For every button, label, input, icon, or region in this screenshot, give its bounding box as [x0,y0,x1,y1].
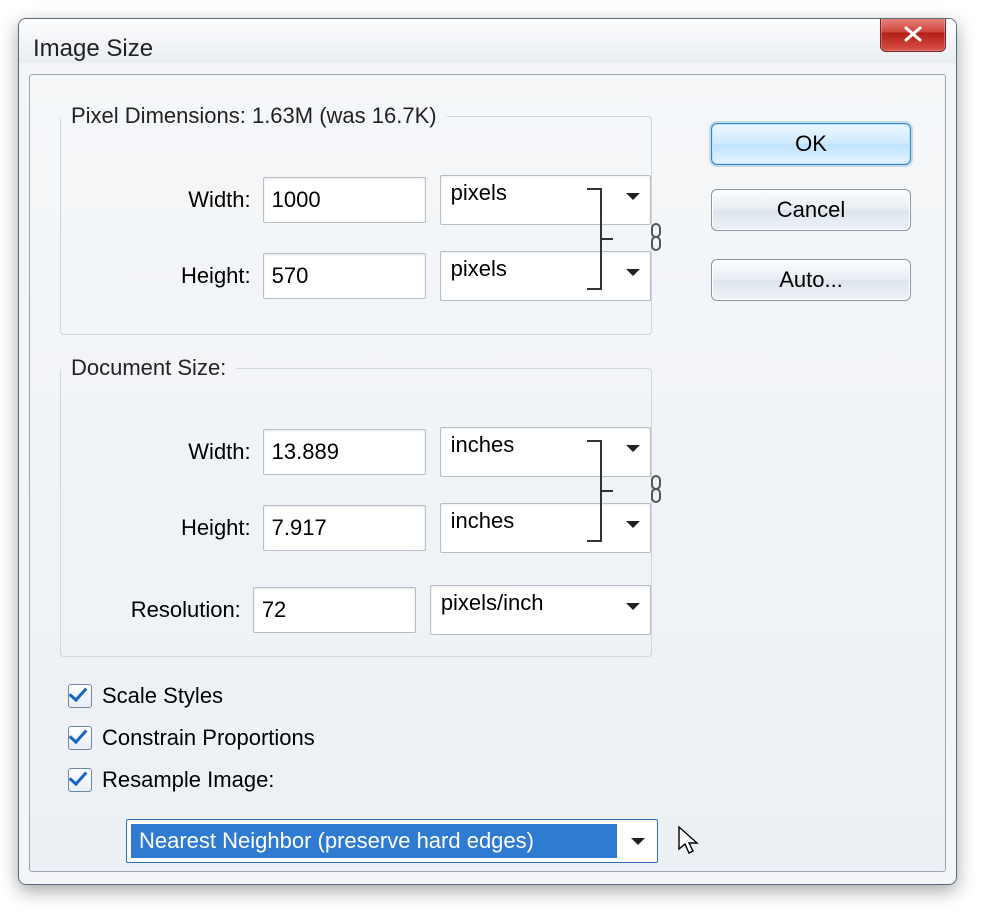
px-width-input[interactable] [263,177,426,223]
scale-styles-label: Scale Styles [102,683,223,709]
window-title: Image Size [33,35,153,63]
doc-width-input[interactable] [263,429,426,475]
pixel-dimensions-legend: Pixel Dimensions: 1.63M (was 16.7K) [61,103,447,129]
doc-height-input[interactable] [263,505,426,551]
resample-method-value: Nearest Neighbor (preserve hard edges) [131,824,617,858]
options-checkboxes: Scale Styles Constrain Proportions Resam… [68,675,315,801]
px-height-input[interactable] [263,253,426,299]
doc-width-label: Width: [61,439,263,465]
resample-image-checkbox[interactable] [68,768,92,792]
document-size-legend: Document Size: [61,355,236,381]
close-icon [901,24,925,44]
doc-height-label: Height: [61,515,263,541]
resolution-label: Resolution: [61,597,253,623]
px-link-icon[interactable] [649,223,663,251]
constrain-proportions-label: Constrain Proportions [102,725,315,751]
document-size-group: Document Size: Width: inches Height: inc… [60,355,652,657]
ok-button[interactable]: OK [711,123,911,165]
chain-icon [649,223,663,251]
cancel-button[interactable]: Cancel [711,189,911,231]
constrain-proportions-checkbox[interactable] [68,726,92,750]
resample-image-label: Resample Image: [102,767,274,793]
resolution-input[interactable] [253,587,416,633]
chain-icon [649,475,663,503]
px-width-label: Width: [61,187,263,213]
resolution-unit-select[interactable]: pixels/inch [430,585,651,635]
buttons-column: OK Cancel Auto... [711,123,911,325]
titlebar: Image Size [19,19,956,63]
resample-method-select[interactable]: Nearest Neighbor (preserve hard edges) [126,819,658,863]
px-height-label: Height: [61,263,263,289]
doc-link-bracket [583,437,639,541]
doc-link-icon[interactable] [649,475,663,503]
auto-button[interactable]: Auto... [711,259,911,301]
resample-row: Nearest Neighbor (preserve hard edges) [126,819,704,863]
image-size-dialog: Image Size OK Cancel Auto... Pixel Dimen… [18,18,957,885]
dialog-client-area: OK Cancel Auto... Pixel Dimensions: 1.63… [29,74,946,872]
scale-styles-checkbox[interactable] [68,684,92,708]
cursor-icon [676,825,704,857]
close-button[interactable] [880,18,946,52]
px-link-bracket [583,185,639,289]
pixel-dimensions-group: Pixel Dimensions: 1.63M (was 16.7K) Widt… [60,103,652,335]
